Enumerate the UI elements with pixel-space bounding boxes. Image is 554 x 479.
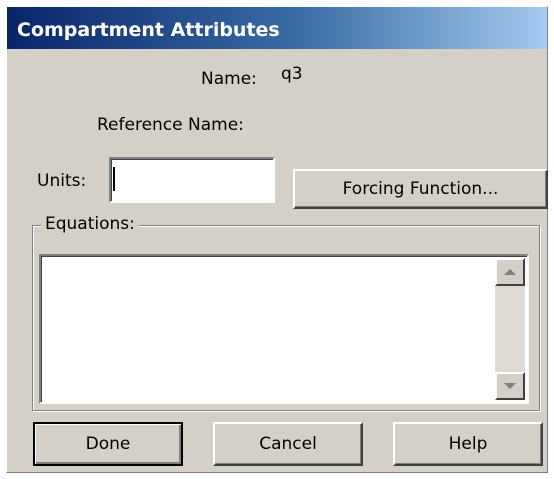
compartment-attributes-dialog: Compartment Attributes Name: q3 Referenc… [6, 6, 548, 473]
equations-textarea[interactable] [39, 254, 529, 404]
name-label: Name: [201, 69, 257, 89]
equations-scrollbar[interactable] [495, 258, 525, 400]
scroll-down-button[interactable] [495, 372, 525, 400]
units-input[interactable] [109, 157, 275, 203]
window-title: Compartment Attributes [17, 19, 280, 41]
help-button[interactable]: Help [393, 422, 543, 466]
done-button[interactable]: Done [33, 422, 183, 466]
reference-name-label: Reference Name: [97, 115, 244, 135]
cancel-button-label: Cancel [259, 434, 317, 454]
units-label: Units: [37, 171, 87, 191]
cancel-button[interactable]: Cancel [213, 422, 363, 466]
scroll-up-arrow-icon [504, 269, 516, 275]
help-button-label: Help [448, 434, 488, 454]
name-value: q3 [281, 64, 303, 84]
text-cursor [113, 167, 115, 191]
forcing-function-button[interactable]: Forcing Function... [293, 169, 548, 209]
done-button-label: Done [85, 434, 131, 454]
forcing-function-button-label: Forcing Function... [342, 179, 499, 199]
equations-label: Equations: [41, 214, 139, 234]
scroll-down-arrow-icon [504, 383, 516, 389]
scroll-up-button[interactable] [495, 258, 525, 286]
title-bar[interactable]: Compartment Attributes [7, 7, 547, 49]
